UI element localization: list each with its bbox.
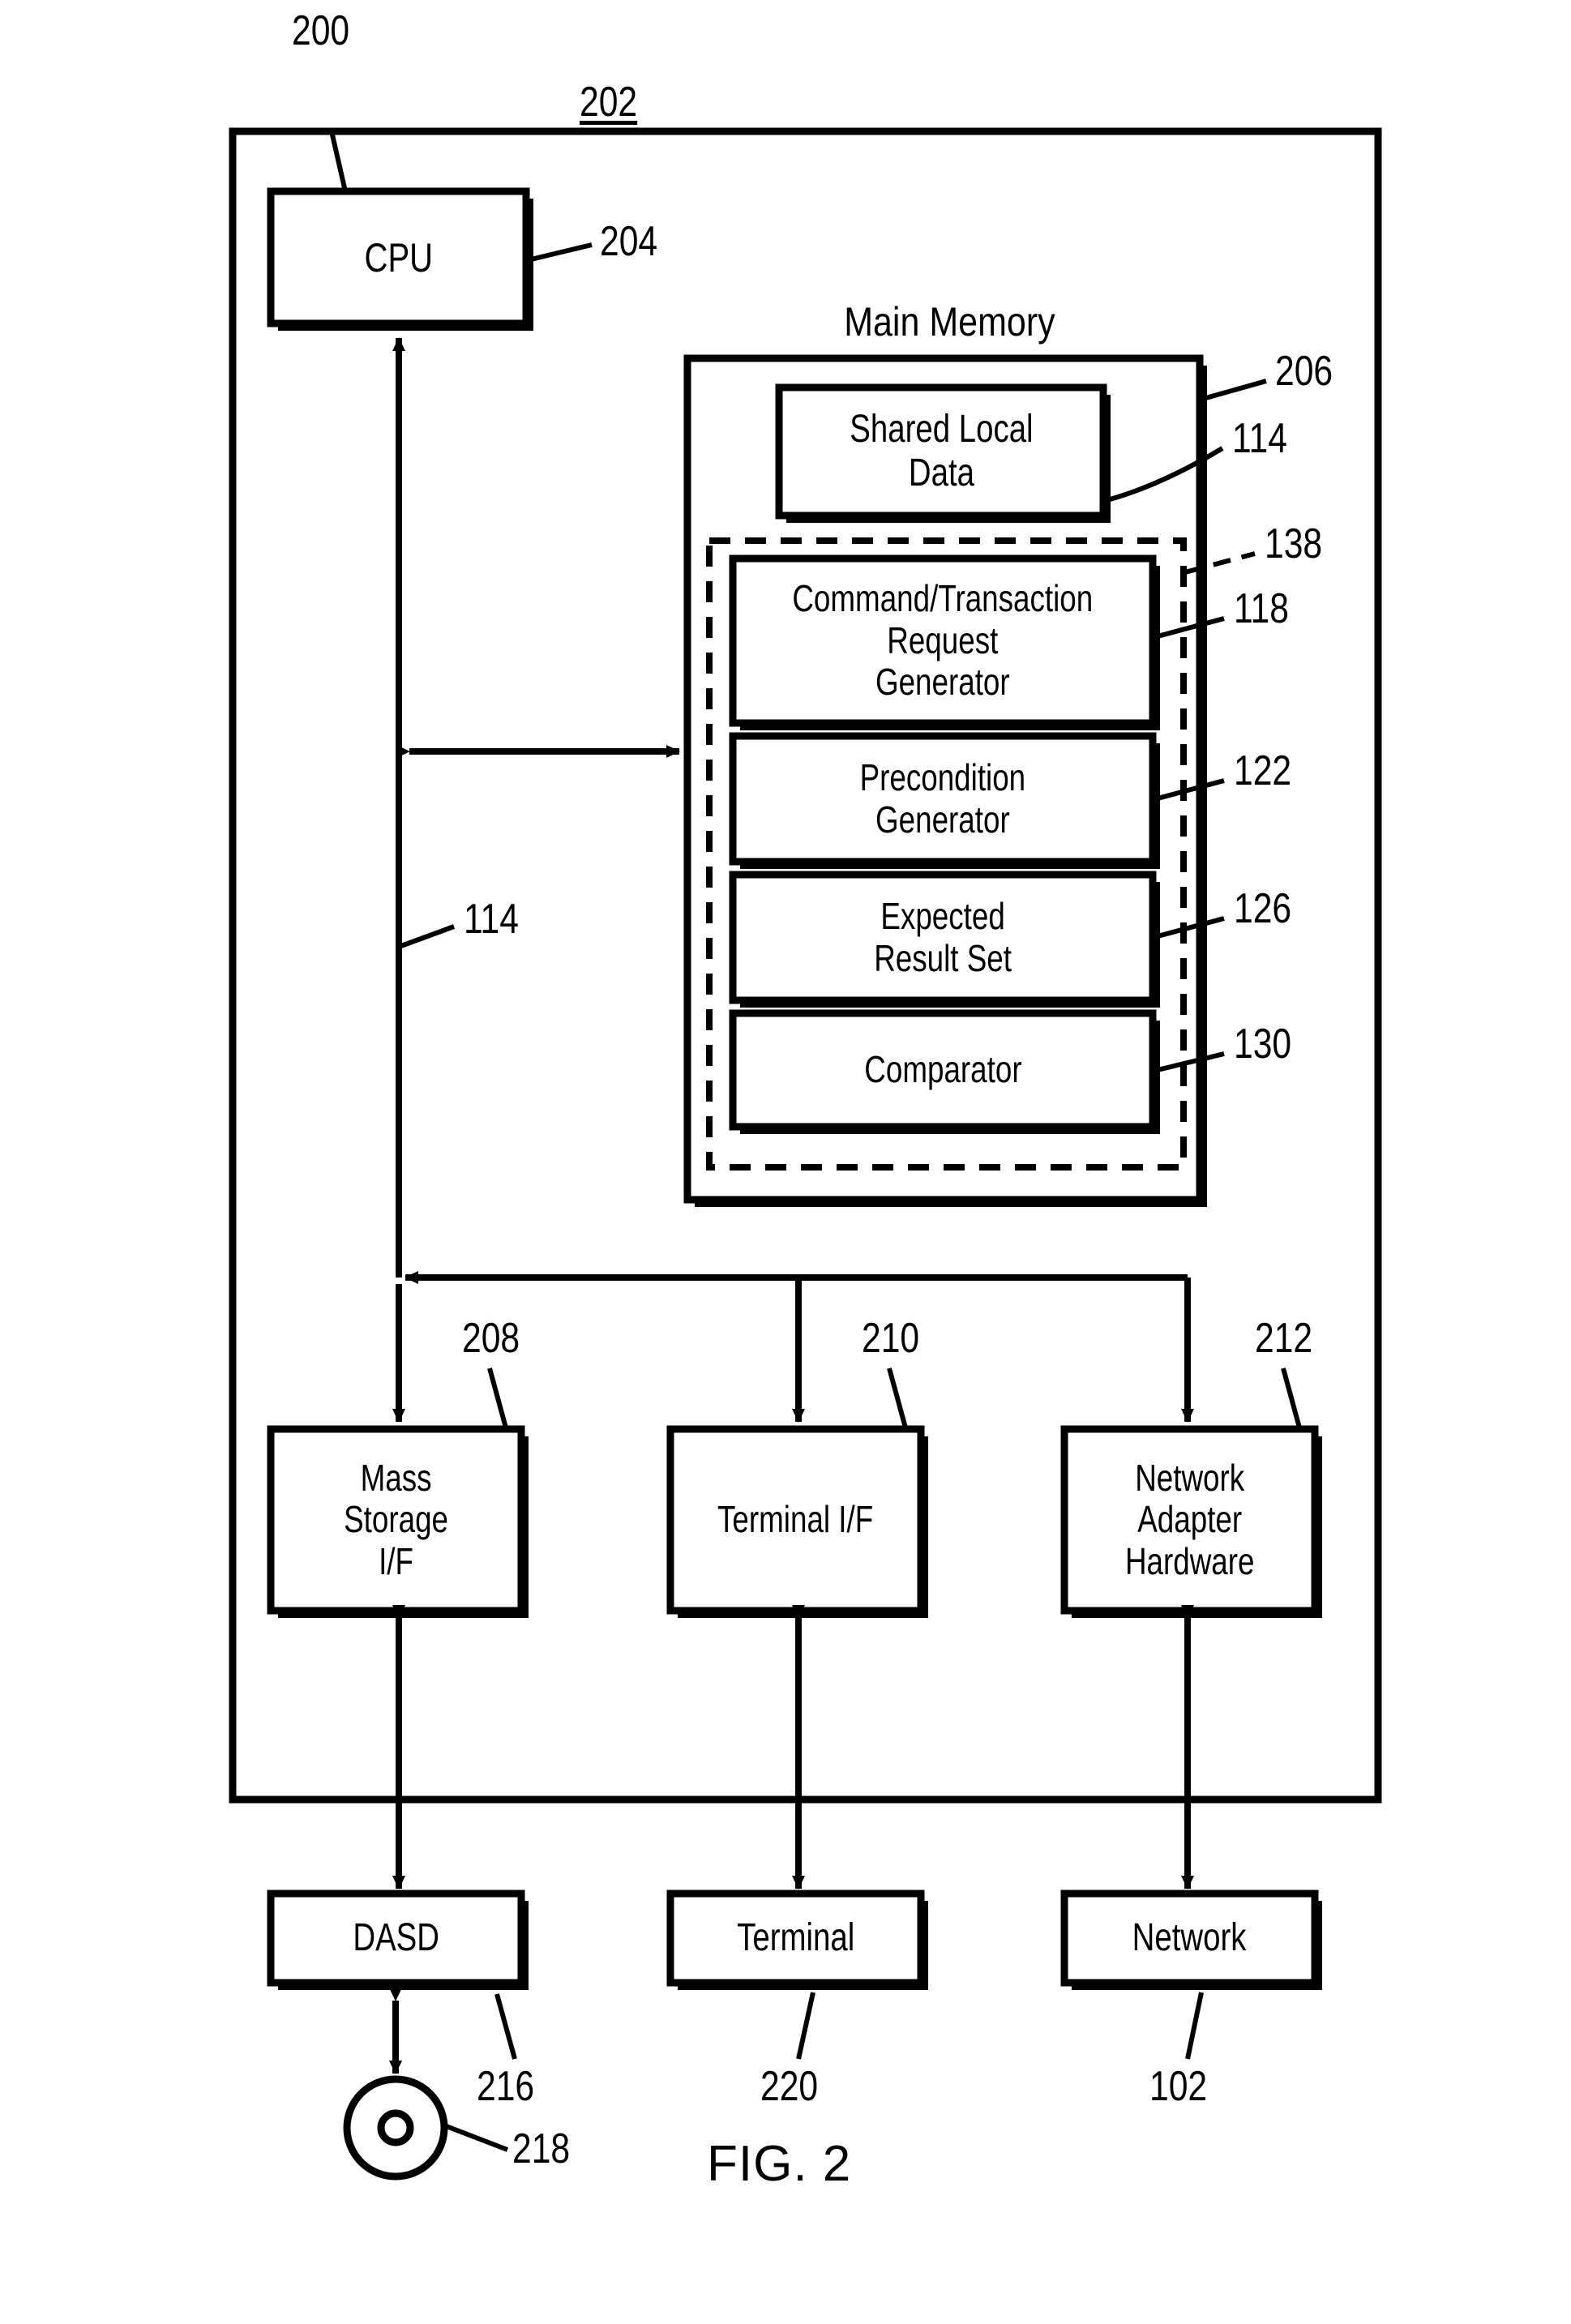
ref-220: 220: [760, 2063, 819, 2110]
ref-204: 204: [600, 218, 658, 265]
patent-figure-2: 200 202 204 206 114 138 118 122 126 130 …: [0, 0, 1571, 2324]
cpu-label-wrap: CPU: [271, 191, 526, 323]
removable-media-disc-icon: [343, 2075, 448, 2181]
ref-206: 206: [1275, 348, 1333, 395]
main-memory-title: Main Memory: [844, 299, 1055, 345]
leader-line-218: [443, 2123, 509, 2152]
ref-216: 216: [477, 2063, 535, 2110]
cpu-label: CPU: [364, 234, 433, 280]
ref-138: 138: [1265, 520, 1323, 567]
expected-result-set-label: Expected Result Set: [874, 894, 1012, 979]
mass-storage-if-label: Mass Storage I/F: [344, 1456, 448, 1582]
mass-storage-if-label-wrap: Mass Storage I/F: [271, 1429, 521, 1611]
terminal-if-label-wrap: Terminal I/F: [670, 1429, 921, 1611]
leader-line-216: [494, 1993, 517, 2060]
shared-local-data-label-wrap: Shared Local Data: [779, 387, 1103, 516]
leader-line-102: [1185, 1992, 1204, 2060]
ref-102: 102: [1149, 2063, 1208, 2110]
expected-result-set-label-wrap: Expected Result Set: [733, 875, 1153, 1000]
precondition-generator-label-wrap: Precondition Generator: [733, 736, 1153, 862]
precondition-generator-label: Precondition Generator: [859, 755, 1026, 841]
network-label: Network: [1132, 1916, 1247, 1960]
terminal-label: Terminal: [736, 1916, 855, 1960]
network-adapter-hardware-label: Network Adapter Hardware: [1124, 1456, 1255, 1582]
ref-126: 126: [1234, 885, 1292, 932]
shared-local-data-label: Shared Local Data: [849, 408, 1034, 494]
ref-122: 122: [1234, 747, 1292, 794]
ref-212: 212: [1255, 1315, 1313, 1362]
terminal-label-wrap: Terminal: [670, 1894, 921, 1983]
ref-210: 210: [862, 1315, 920, 1362]
command-transaction-request-generator-label: Command/Transaction Request Generator: [792, 577, 1094, 704]
dasd-label-wrap: DASD: [271, 1894, 521, 1983]
ref-118: 118: [1234, 585, 1289, 632]
comparator-label-wrap: Comparator: [733, 1013, 1153, 1127]
figure-caption: FIG. 2: [707, 2136, 852, 2192]
ref-218: 218: [512, 2125, 571, 2172]
terminal-if-label: Terminal I/F: [717, 1498, 874, 1541]
network-adapter-hardware-label-wrap: Network Adapter Hardware: [1064, 1429, 1315, 1611]
ref-130: 130: [1234, 1021, 1292, 1068]
ref-114-memory: 114: [1232, 415, 1287, 462]
ref-208: 208: [462, 1315, 520, 1362]
network-label-wrap: Network: [1064, 1894, 1315, 1983]
ref-202: 202: [580, 79, 638, 126]
comparator-label: Comparator: [863, 1048, 1022, 1091]
command-transaction-request-generator-label-wrap: Command/Transaction Request Generator: [733, 559, 1153, 723]
leader-line-220: [796, 1992, 815, 2060]
ref-114-bus: 114: [464, 896, 519, 943]
dasd-label: DASD: [353, 1916, 439, 1960]
ref-200: 200: [292, 7, 350, 54]
